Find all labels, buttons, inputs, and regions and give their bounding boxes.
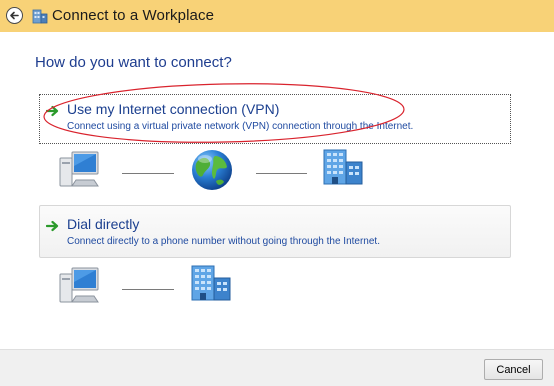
green-arrow-icon bbox=[46, 105, 59, 117]
title-bar: Connect to a Workplace bbox=[0, 0, 554, 32]
computer-icon bbox=[59, 151, 99, 187]
option-dial-directly[interactable]: Dial directly Connect directly to a phon… bbox=[39, 205, 511, 258]
computer-icon bbox=[59, 267, 99, 303]
option-vpn-label: Use my Internet connection (VPN) bbox=[67, 101, 280, 117]
option-dial-label: Dial directly bbox=[67, 216, 140, 232]
office-building-icon bbox=[191, 265, 231, 301]
connection-line bbox=[256, 173, 307, 174]
connection-line bbox=[122, 289, 174, 290]
connection-line bbox=[122, 173, 174, 174]
office-building-icon bbox=[323, 149, 363, 185]
green-arrow-icon bbox=[46, 220, 59, 232]
option-dial-description: Connect directly to a phone number witho… bbox=[67, 236, 380, 247]
footer-bar: Cancel bbox=[0, 349, 554, 386]
cancel-button[interactable]: Cancel bbox=[484, 359, 543, 380]
workplace-network-icon bbox=[32, 9, 48, 24]
back-arrow-icon bbox=[10, 11, 19, 20]
option-vpn[interactable]: Use my Internet connection (VPN) Connect… bbox=[39, 94, 511, 144]
back-button[interactable] bbox=[6, 7, 23, 24]
option-vpn-description: Connect using a virtual private network … bbox=[67, 121, 414, 132]
page-heading: How do you want to connect? bbox=[35, 54, 232, 71]
globe-icon bbox=[192, 150, 232, 190]
window-title: Connect to a Workplace bbox=[52, 7, 215, 24]
